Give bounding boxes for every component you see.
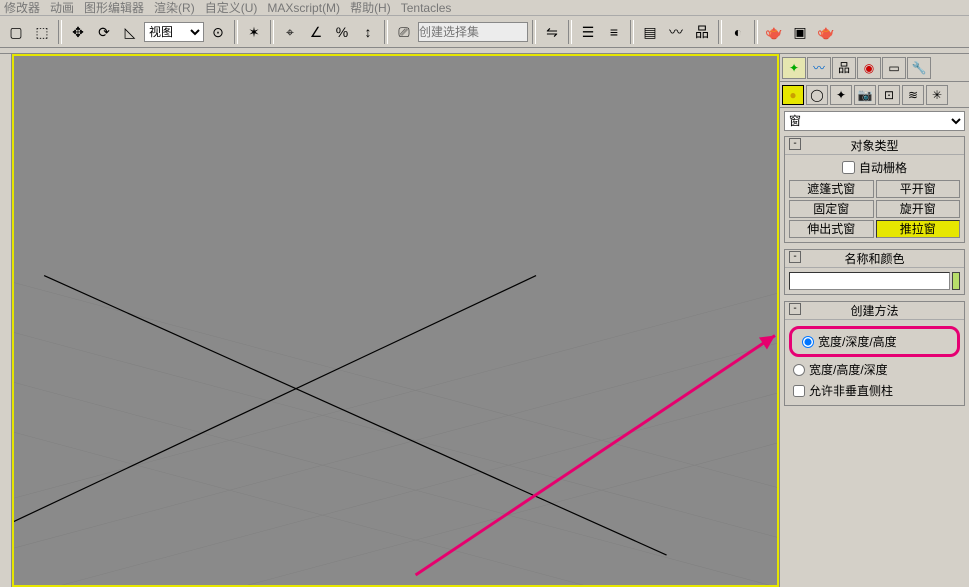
named-selection-input[interactable]: [418, 22, 528, 42]
auto-grid-checkbox[interactable]: [842, 161, 855, 174]
menu-item[interactable]: 自定义(U): [205, 0, 258, 16]
angle-snap-icon[interactable]: ∠: [304, 20, 328, 44]
create-subtabs: ● ◯ ✦ 📷 ⊡ ≋ ✳: [780, 82, 969, 108]
viewport[interactable]: [12, 54, 779, 587]
rollout-title: 名称和颜色: [844, 250, 904, 267]
motion-tab[interactable]: ◉: [857, 57, 881, 79]
rotate-icon[interactable]: ⟳: [92, 20, 116, 44]
rollout-header[interactable]: - 名称和颜色: [785, 250, 964, 268]
viewport-container: [12, 54, 779, 587]
schematic-view-icon[interactable]: 品: [690, 20, 714, 44]
awning-window-button[interactable]: 遮篷式窗: [789, 180, 874, 198]
annotation-highlight: 宽度/深度/高度: [789, 326, 960, 357]
curve-editor-icon[interactable]: 〰: [664, 20, 688, 44]
move-icon[interactable]: ✥: [66, 20, 90, 44]
mirror-icon[interactable]: ⇋: [540, 20, 564, 44]
pivoted-window-button[interactable]: 旋开窗: [876, 200, 961, 218]
toolbar-separator: [58, 20, 62, 44]
render-frame-icon[interactable]: ▣: [788, 20, 812, 44]
select-manipulate-icon[interactable]: ✶: [242, 20, 266, 44]
main-toolbar: ▢ ⬚ ✥ ⟳ ◺ 视图 ⊙ ✶ ⌖ ∠ % ↕ ⎚ ⇋ ☰ ≡ ▤ 〰 品 ◐…: [0, 16, 969, 48]
command-panel: ✦ 〰 品 ◉ ▭ 🔧 ● ◯ ✦ 📷 ⊡ ≋ ✳ 窗 - 对象类型: [779, 54, 969, 587]
modify-tab[interactable]: 〰: [807, 57, 831, 79]
layer-manager-icon[interactable]: ▤: [638, 20, 662, 44]
toolbar-separator: [270, 20, 274, 44]
create-tab[interactable]: ✦: [782, 57, 806, 79]
render-setup-icon[interactable]: 🫖: [762, 20, 786, 44]
width-height-depth-radio[interactable]: [793, 364, 805, 376]
scale-icon[interactable]: ◺: [118, 20, 142, 44]
select-region-icon[interactable]: ▢: [4, 20, 28, 44]
material-editor-icon[interactable]: ◐: [726, 20, 750, 44]
toolbar-separator: [234, 20, 238, 44]
collapse-icon[interactable]: -: [789, 138, 801, 150]
shapes-subtab[interactable]: ◯: [806, 85, 828, 105]
cameras-subtab[interactable]: 📷: [854, 85, 876, 105]
menu-item[interactable]: 动画: [50, 0, 74, 16]
lights-subtab[interactable]: ✦: [830, 85, 852, 105]
command-panel-tabs: ✦ 〰 品 ◉ ▭ 🔧: [780, 54, 969, 82]
collapse-icon[interactable]: -: [789, 303, 801, 315]
systems-subtab[interactable]: ✳: [926, 85, 948, 105]
toolbar-separator: [384, 20, 388, 44]
menu-item[interactable]: 图形编辑器: [84, 0, 144, 16]
toolbar-separator: [532, 20, 536, 44]
creation-method-rollout: - 创建方法 宽度/深度/高度 宽度/高度/深度 允许非垂直侧柱: [784, 301, 965, 406]
sliding-window-button[interactable]: 推拉窗: [876, 220, 961, 238]
toolbar-separator: [754, 20, 758, 44]
menu-item[interactable]: 帮助(H): [350, 0, 391, 16]
fixed-window-button[interactable]: 固定窗: [789, 200, 874, 218]
object-name-input[interactable]: [789, 272, 950, 290]
menu-item[interactable]: 渲染(R): [154, 0, 195, 16]
utilities-tab[interactable]: 🔧: [907, 57, 931, 79]
rollout-header[interactable]: - 对象类型: [785, 137, 964, 155]
toolbar-separator: [630, 20, 634, 44]
menu-item[interactable]: MAXscript(M): [267, 1, 340, 15]
category-select[interactable]: 窗: [784, 111, 965, 131]
auto-grid-label: 自动栅格: [859, 159, 907, 176]
allow-nonvertical-jambs-checkbox[interactable]: [793, 385, 805, 397]
checkbox-label: 允许非垂直侧柱: [809, 382, 893, 399]
object-type-rollout: - 对象类型 自动栅格 遮篷式窗 平开窗 固定窗 旋开窗 伸出式窗 推拉窗: [784, 136, 965, 243]
object-color-swatch[interactable]: [952, 272, 960, 290]
spacewarps-subtab[interactable]: ≋: [902, 85, 924, 105]
edit-named-sel-icon[interactable]: ⎚: [392, 20, 416, 44]
radio-label: 宽度/深度/高度: [818, 333, 897, 350]
collapse-icon[interactable]: -: [789, 251, 801, 263]
spinner-snap-icon[interactable]: ↕: [356, 20, 380, 44]
percent-snap-icon[interactable]: %: [330, 20, 354, 44]
width-depth-height-radio[interactable]: [802, 336, 814, 348]
viewport-grid: [14, 56, 777, 585]
radio-label: 宽度/高度/深度: [809, 361, 888, 378]
quick-render-icon[interactable]: 🫖: [814, 20, 838, 44]
snap-toggle-icon[interactable]: ⌖: [278, 20, 302, 44]
menu-item[interactable]: Tentacles: [401, 1, 452, 15]
display-tab[interactable]: ▭: [882, 57, 906, 79]
hierarchy-tab[interactable]: 品: [832, 57, 856, 79]
helpers-subtab[interactable]: ⊡: [878, 85, 900, 105]
menu-item[interactable]: 修改器: [4, 0, 40, 16]
ruler-vertical: [0, 54, 12, 587]
menu-bar: 修改器 动画 图形编辑器 渲染(R) 自定义(U) MAXscript(M) 帮…: [0, 0, 969, 16]
geometry-subtab[interactable]: ●: [782, 85, 804, 105]
select-object-icon[interactable]: ⬚: [30, 20, 54, 44]
quick-align-icon[interactable]: ≡: [602, 20, 626, 44]
pivot-icon[interactable]: ⊙: [206, 20, 230, 44]
casement-window-button[interactable]: 平开窗: [876, 180, 961, 198]
rollout-title: 创建方法: [850, 302, 898, 319]
toolbar-separator: [568, 20, 572, 44]
align-icon[interactable]: ☰: [576, 20, 600, 44]
rollout-title: 对象类型: [850, 137, 898, 154]
reference-coord-select[interactable]: 视图: [144, 22, 204, 42]
name-color-rollout: - 名称和颜色: [784, 249, 965, 295]
toolbar-separator: [718, 20, 722, 44]
projected-window-button[interactable]: 伸出式窗: [789, 220, 874, 238]
rollout-header[interactable]: - 创建方法: [785, 302, 964, 320]
